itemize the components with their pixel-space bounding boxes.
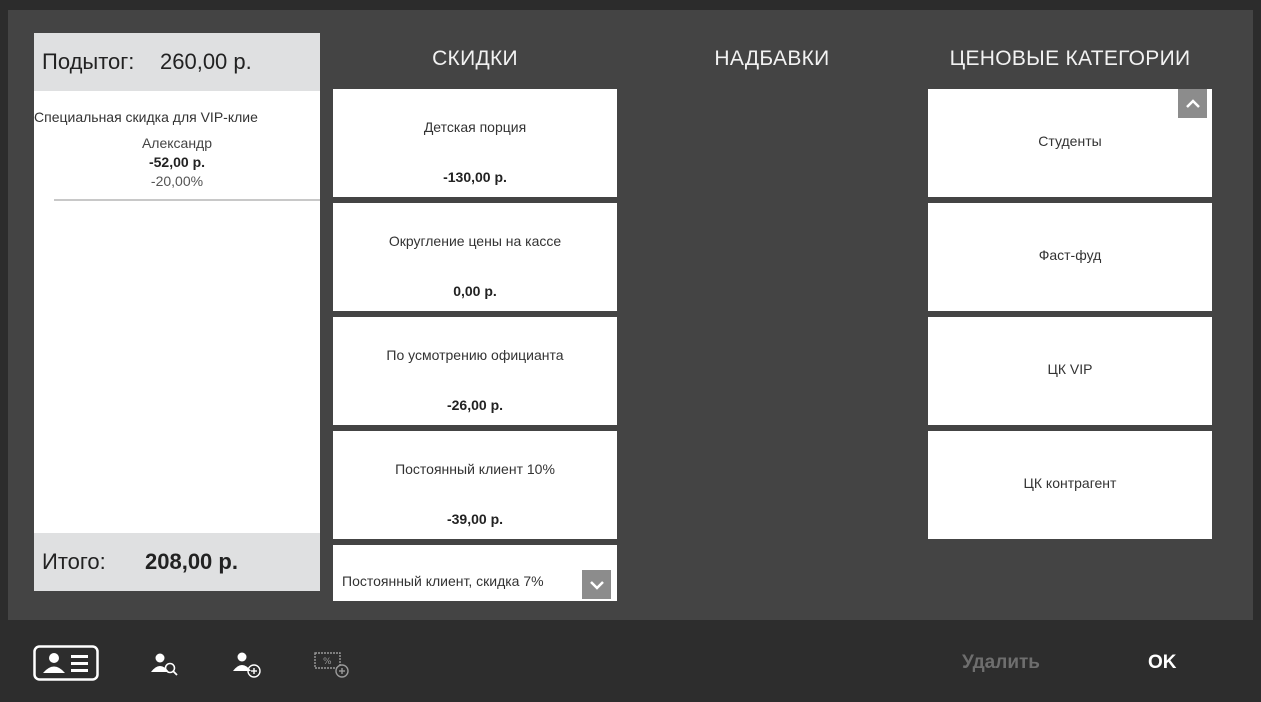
discounts-screen: Подытог: 260,00 р. Специальная скидка дл…	[0, 0, 1261, 702]
price-category-name: ЦК VIP	[1047, 361, 1093, 377]
price-category-name: Студенты	[1038, 133, 1102, 149]
discount-card-amount: 0,00 р.	[453, 283, 497, 299]
bottom-toolbar	[0, 620, 1261, 702]
applied-discount-percent: -20,00%	[150, 173, 204, 189]
discount-card-name: Детская порция	[423, 119, 527, 135]
price-categories-scroll-up-button[interactable]	[1178, 89, 1207, 118]
delete-button[interactable]: Удалить	[962, 652, 1040, 674]
svg-text:%: %	[323, 657, 332, 667]
discount-card[interactable]: Детская порция -130,00 р.	[333, 89, 617, 197]
discounts-scroll-down-button[interactable]	[582, 570, 611, 599]
total-value: 208,00 р.	[145, 549, 238, 574]
discount-card[interactable]: По усмотрению официанта -26,00 р.	[333, 317, 617, 425]
ok-button[interactable]: OK	[1148, 652, 1177, 674]
add-discount-card-button[interactable]: %	[314, 650, 354, 685]
discount-card-amount: -39,00 р.	[446, 511, 504, 527]
discount-card-name: По усмотрению официанта	[386, 347, 564, 363]
discount-card[interactable]: Постоянный клиент 10% -39,00 р.	[333, 431, 617, 539]
price-category-card[interactable]: ЦК контрагент	[928, 431, 1212, 539]
customer-search-icon	[151, 653, 178, 676]
chevron-down-icon	[589, 580, 604, 590]
subtotal-value: 260,00 р.	[160, 49, 252, 74]
discount-card-amount: -26,00 р.	[446, 397, 504, 413]
applied-discount-amount: -52,00 р.	[148, 154, 206, 170]
subtotal-label: Подытог:	[42, 49, 135, 74]
surcharges-title: НАДБАВКИ	[714, 47, 830, 70]
customer-add-button[interactable]	[232, 650, 264, 685]
discount-card-amount: -130,00 р.	[443, 169, 507, 185]
discount-card[interactable]: Постоянный клиент, скидка 7%	[333, 545, 617, 601]
receipt-panel: Подытог: 260,00 р. Специальная скидка дл…	[34, 33, 320, 591]
price-categories-title: ЦЕНОВЫЕ КАТЕГОРИИ	[949, 47, 1191, 70]
applied-discount[interactable]: Специальная скидка для VIP-клие Александ…	[34, 109, 320, 201]
price-category-name: ЦК контрагент	[1023, 475, 1117, 491]
total-label: Итого:	[42, 549, 106, 574]
customer-card-button[interactable]	[33, 645, 99, 686]
chevron-up-icon	[1185, 98, 1200, 108]
price-category-card[interactable]: Студенты	[928, 89, 1212, 197]
divider	[54, 199, 320, 201]
customer-search-button[interactable]	[150, 650, 180, 683]
discount-card[interactable]: Округление цены на кассе 0,00 р.	[333, 203, 617, 311]
price-category-card[interactable]: Фаст-фуд	[928, 203, 1212, 311]
applied-discount-customer: Александр	[141, 135, 213, 151]
customer-card-icon	[33, 645, 99, 681]
discounts-title: СКИДКИ	[432, 47, 518, 70]
discount-card-name: Постоянный клиент 10%	[395, 461, 555, 477]
price-category-name: Фаст-фуд	[1038, 247, 1102, 263]
discount-card-name: Постоянный клиент, скидка 7%	[342, 573, 544, 589]
price-category-card[interactable]: ЦК VIP	[928, 317, 1212, 425]
total-row: Итого: 208,00 р.	[34, 533, 320, 591]
customer-add-icon	[233, 652, 261, 678]
subtotal-row: Подытог: 260,00 р.	[34, 33, 320, 91]
discount-card-name: Округление цены на кассе	[388, 233, 562, 249]
add-discount-card-icon: %	[314, 652, 349, 678]
applied-discount-name: Специальная скидка для VIP-клие	[34, 109, 258, 125]
